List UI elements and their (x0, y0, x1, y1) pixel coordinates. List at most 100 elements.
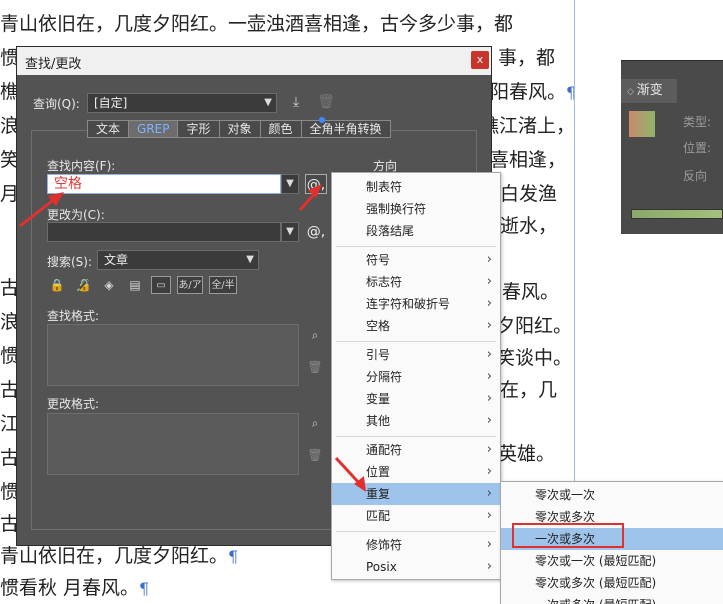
tab-color[interactable]: 颜色 (260, 120, 302, 138)
search-options: 🔒 🔏 ◈ ▤ ▭ あ/ア 全/半 (47, 276, 237, 294)
locked-layers-icon[interactable]: 🔒 (47, 276, 67, 294)
submenu-arrow-icon: › (486, 559, 492, 574)
submenu-arrow-icon: › (486, 486, 492, 501)
menu-item-markers[interactable]: 标志符 › (332, 271, 500, 293)
save-query-icon[interactable]: ⤓ (287, 93, 305, 111)
find-label: 查找内容(F): (47, 159, 116, 173)
chevron-down-icon: ▼ (246, 254, 254, 265)
menu-item-quotation-marks[interactable]: 引号 › (332, 344, 500, 366)
menu-item-label: 空格 (366, 319, 391, 333)
submenu-item-one-or-more-shortest[interactable]: 一次或多次 (最短匹配) (501, 594, 723, 604)
tab-object[interactable]: 对象 (219, 120, 261, 138)
tab-text[interactable]: 文本 (87, 120, 130, 138)
special-chars-find-button[interactable]: @, (305, 174, 327, 194)
tab-width-conversion[interactable]: 全角半角转换 (301, 120, 391, 138)
special-chars-change-button[interactable]: @, (305, 222, 327, 242)
submenu-arrow-icon: › (486, 508, 492, 523)
menu-item-repeat[interactable]: 重复 › (332, 483, 500, 505)
menu-item-hyphens-dashes[interactable]: 连字符和破折号 › (332, 293, 500, 315)
query-label: 查询(Q): (33, 97, 80, 111)
query-select[interactable]: [自定] ▼ (87, 93, 277, 113)
find-what-input[interactable]: 空格 (47, 174, 281, 194)
tab-grep[interactable]: GREP (129, 120, 179, 138)
change-format-box[interactable] (47, 413, 299, 475)
menu-separator (336, 246, 496, 247)
change-to-input[interactable] (47, 222, 281, 242)
menu-item-label: 标志符 (366, 275, 403, 289)
gradient-reverse-label: 反向 (683, 169, 708, 183)
menu-item-tab[interactable]: 制表符 (332, 176, 500, 198)
menu-item-match[interactable]: 匹配 › (332, 505, 500, 527)
gradient-tab[interactable]: ◇ 渐变 (621, 79, 677, 103)
trash-icon[interactable]: 🗑 (317, 93, 335, 111)
menu-item-wildcards[interactable]: 通配符 › (332, 439, 500, 461)
doc-fragment: 事，都 (498, 47, 556, 69)
panel-collapse-icon: ◇ (627, 87, 637, 97)
submenu-arrow-icon: › (486, 347, 492, 362)
menu-item-break-character[interactable]: 分隔符 › (332, 366, 500, 388)
menu-item-label: 其他 (366, 414, 391, 428)
doc-fragment: 阳春风。¶ (490, 80, 576, 105)
find-format-box[interactable] (47, 324, 299, 386)
menu-item-white-space[interactable]: 空格 › (332, 315, 500, 337)
doc-fragment: 英雄。 (498, 443, 556, 465)
clear-find-format-icon[interactable]: 🗑 (307, 359, 323, 375)
submenu-arrow-icon: › (486, 537, 492, 552)
menu-item-label: 变量 (366, 392, 391, 406)
search-label: 搜索(S): (47, 255, 93, 269)
submenu-item-zero-or-one[interactable]: 零次或一次 (501, 484, 723, 506)
hidden-layers-icon[interactable]: ◈ (99, 276, 119, 294)
doc-fragment: 樵江渚上， (480, 115, 576, 137)
search-scope-value: 文章 (104, 253, 129, 267)
gradient-swatch[interactable] (629, 111, 655, 137)
tab-glyph[interactable]: 字形 (178, 120, 220, 138)
footnotes-icon[interactable]: ▭ (151, 276, 171, 294)
menu-item-label: 通配符 (366, 443, 403, 457)
gradient-ramp[interactable] (631, 209, 723, 219)
specify-change-format-icon[interactable]: ⌕ (307, 415, 323, 431)
doc-fragment: 喜相逢， (490, 149, 567, 171)
submenu-item-zero-or-more-shortest[interactable]: 零次或多次 (最短匹配) (501, 572, 723, 594)
change-history-dropdown[interactable]: ▼ (281, 222, 299, 242)
menu-item-other[interactable]: 其他 › (332, 410, 500, 432)
submenu-item-zero-or-one-shortest[interactable]: 零次或一次 (最短匹配) (501, 550, 723, 572)
dialog-titlebar[interactable]: 查找/更改 x (17, 47, 491, 75)
menu-item-end-of-paragraph[interactable]: 段落结尾 (332, 220, 500, 242)
menu-item-locations[interactable]: 位置 › (332, 461, 500, 483)
menu-item-label: 修饰符 (366, 538, 403, 552)
doc-fragment: 在，几 (500, 379, 558, 401)
menu-item-posix[interactable]: Posix › (332, 556, 500, 578)
menu-item-symbols[interactable]: 符号 › (332, 249, 500, 271)
menu-item-modifiers[interactable]: 修饰符 › (332, 534, 500, 556)
menu-item-label: 重复 (366, 487, 391, 501)
search-scope-select[interactable]: 文章 ▼ (97, 250, 259, 270)
doc-line: 青山依旧在，几度夕阳红。¶ (0, 544, 238, 569)
submenu-arrow-icon: › (486, 442, 492, 457)
query-value: [自定] (94, 96, 128, 110)
menu-item-label: 位置 (366, 465, 391, 479)
menu-item-label: 匹配 (366, 509, 391, 523)
menu-item-label: 连字符和破折号 (366, 297, 451, 311)
kana-sensitive-toggle[interactable]: あ/ア (177, 276, 203, 294)
close-button[interactable]: x (471, 51, 489, 69)
annotation-highlight-box (512, 523, 624, 548)
master-pages-icon[interactable]: ▤ (125, 276, 145, 294)
dialog-title: 查找/更改 (25, 57, 82, 72)
change-format-label: 更改格式: (47, 397, 100, 411)
width-sensitive-toggle[interactable]: 全/半 (209, 276, 237, 294)
clear-change-format-icon[interactable]: 🗑 (307, 447, 323, 463)
submenu-arrow-icon: › (486, 296, 492, 311)
doc-fragment: 逝水， (500, 215, 558, 237)
menu-separator (336, 436, 496, 437)
specify-find-format-icon[interactable]: ⌕ (307, 327, 323, 343)
find-history-dropdown[interactable]: ▼ (281, 174, 299, 194)
menu-item-label: 符号 (366, 253, 391, 267)
menu-separator (336, 341, 496, 342)
locked-stories-icon[interactable]: 🔏 (73, 276, 93, 294)
tab-bar: 文本 GREP 字形 对象 颜色 全角半角转换 (87, 120, 391, 138)
menu-item-forced-line-break[interactable]: 强制换行符 (332, 198, 500, 220)
pilcrow-mark: ¶ (139, 579, 150, 598)
special-characters-menu: 制表符 强制换行符 段落结尾 符号 › 标志符 › 连字符和破折号 › 空格 › 引号 ›… (331, 172, 501, 580)
menu-item-variable[interactable]: 变量 › (332, 388, 500, 410)
menu-separator (336, 531, 496, 532)
